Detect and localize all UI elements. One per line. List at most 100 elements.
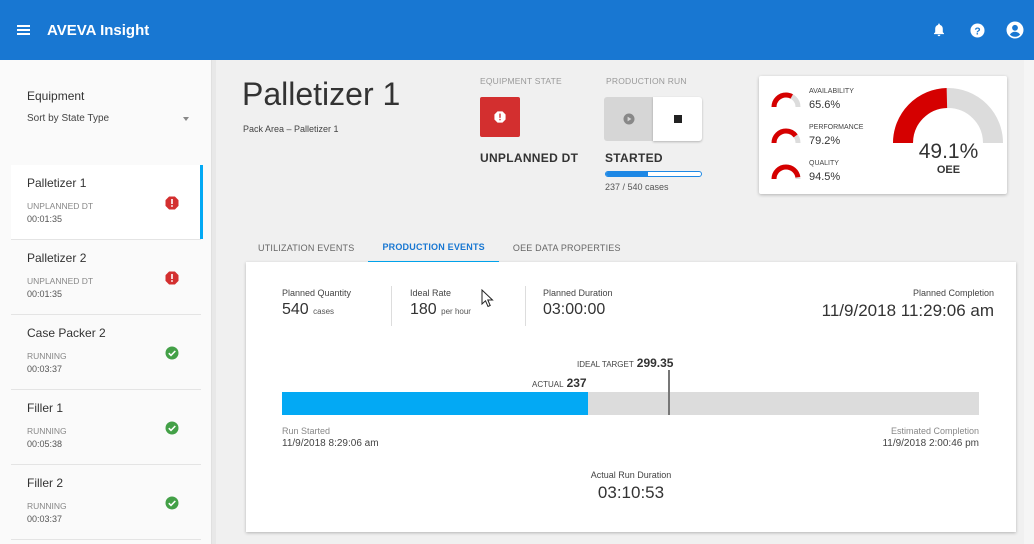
alert-icon [165,271,179,285]
equipment-time: 00:03:37 [27,514,63,524]
breadcrumb: Pack Area – Palletizer 1 [243,124,339,134]
ideal-target-label: IDEAL TARGET [577,360,634,369]
equipment-item[interactable]: Palletizer 2 UNPLANNED DT 00:01:35 [11,240,201,315]
ideal-rate: Ideal Rate 180 per hour [410,288,471,319]
planned-completion-label: Planned Completion [912,288,994,298]
account-icon[interactable] [996,0,1034,60]
divider [525,286,526,326]
mouse-cursor-icon [481,289,494,308]
equipment-time: 00:01:35 [27,289,63,299]
production-progress-bar [282,392,979,415]
production-run-controls [604,97,702,141]
performance-label: PERFORMANCE [809,124,864,131]
production-run-progress-fill [606,172,648,176]
equipment-name: Palletizer 1 [27,176,87,190]
scrollbar[interactable] [1024,60,1034,544]
ideal-target-value: 299.35 [636,356,674,370]
planned-duration-label: Planned Duration [543,288,613,298]
check-circle-icon [165,421,179,435]
page-title: Palletizer 1 [242,76,401,112]
event-tabs: UTILIZATION EVENTS PRODUCTION EVENTS OEE… [244,233,635,263]
equipment-item[interactable]: Case Packer 2 RUNNING 00:03:37 [11,315,201,390]
production-run-label: PRODUCTION RUN [606,76,687,86]
equipment-time: 00:01:35 [27,214,63,224]
actual-run-duration-value: 03:10:53 [597,483,665,502]
availability-value: 65.6% [809,99,841,111]
caret-down-icon [183,117,189,121]
ideal-rate-label: Ideal Rate [410,288,452,298]
planned-completion-value: 11/9/2018 11:29:06 am [821,301,994,320]
divider [391,286,392,326]
equipment-time: 00:03:37 [27,364,63,374]
alert-icon [494,111,506,123]
equipment-name: Filler 2 [27,476,64,490]
equipment-list: Palletizer 1 UNPLANNED DT 00:01:35 Palle… [11,165,203,540]
stop-icon [673,115,682,123]
quality-gauge [771,164,801,180]
quality-label: QUALITY [809,160,839,167]
equipment-name: Palletizer 2 [27,251,87,265]
availability-label: AVAILABILITY [809,88,854,95]
alert-icon [165,196,179,210]
equipment-state-label: EQUIPMENT STATE [480,76,562,86]
production-run-progress [605,171,702,177]
svg-text:?: ? [974,26,980,37]
actual-value: 237 [566,376,587,390]
equipment-state-value: UNPLANNED DT [480,151,579,165]
planned-duration-value: 03:00:00 [543,301,606,318]
sort-select[interactable]: Sort by State Type [27,113,189,124]
play-button[interactable] [604,97,653,141]
run-started: Run Started 11/9/2018 8:29:06 am [282,426,379,449]
menu-icon[interactable] [0,0,46,60]
performance-value: 79.2% [809,135,841,147]
actual-run-duration: Actual Run Duration 03:10:53 [246,470,1016,503]
planned-quantity: Planned Quantity 540 cases [282,288,351,319]
ideal-rate-value: 180 [410,301,437,318]
main-content: Palletizer 1 Pack Area – Palletizer 1 EQ… [232,70,1022,544]
app-title: AVEVA Insight [47,21,150,39]
ideal-target-marker [668,370,670,415]
equipment-item[interactable]: Filler 2 RUNNING 00:03:37 [11,465,201,540]
production-run-count: 237 / 540 cases [605,182,669,192]
help-icon[interactable]: ? [958,0,996,60]
ideal-target: IDEAL TARGET 299.35 [577,356,673,370]
planned-quantity-unit: cases [313,307,335,316]
estimated-completion: Estimated Completion 11/9/2018 2:00:46 p… [882,426,979,449]
actual-run-duration-label: Actual Run Duration [590,470,672,480]
actual-count: ACTUAL 237 [532,376,587,390]
production-progress-fill [282,392,588,415]
equipment-item[interactable]: Filler 1 RUNNING 00:05:38 [11,390,201,465]
equipment-name: Case Packer 2 [27,326,106,340]
tab-utilization-events[interactable]: UTILIZATION EVENTS [244,233,368,263]
availability-gauge [771,92,801,108]
planned-quantity-value: 540 [282,301,309,318]
tab-oee-data-properties[interactable]: OEE DATA PROPERTIES [499,233,635,263]
sidebar-header: Equipment [27,89,85,103]
performance-gauge [771,128,801,144]
oee-label: OEE [936,164,961,176]
estimated-completion-value: 11/9/2018 2:00:46 pm [882,438,979,449]
equipment-name: Filler 1 [27,401,64,415]
actual-label: ACTUAL [532,380,564,389]
equipment-time: 00:05:38 [27,439,63,449]
equipment-sidebar: Equipment Sort by State Type Palletizer … [0,60,212,544]
planned-duration: Planned Duration 03:00:00 [543,288,613,319]
check-circle-icon [165,496,179,510]
stop-button[interactable] [653,97,702,141]
production-run-status: STARTED [605,151,663,165]
production-events-card: Planned Quantity 540 cases Ideal Rate 18… [246,262,1016,532]
top-app-bar: AVEVA Insight ? [0,0,1034,60]
tab-production-events[interactable]: PRODUCTION EVENTS [368,233,499,263]
estimated-completion-label: Estimated Completion [890,426,979,436]
quality-value: 94.5% [809,171,841,183]
bell-icon[interactable] [920,0,958,60]
oee-summary-card: AVAILABILITY 65.6% PERFORMANCE 79.2% QUA… [759,76,1007,194]
run-started-value: 11/9/2018 8:29:06 am [282,438,379,449]
run-started-label: Run Started [282,426,331,436]
equipment-state-button[interactable] [480,97,520,137]
oee-gauge [893,88,1003,144]
planned-completion: Planned Completion 11/9/2018 11:29:06 am [822,288,994,321]
planned-quantity-label: Planned Quantity [282,288,352,298]
equipment-item[interactable]: Palletizer 1 UNPLANNED DT 00:01:35 [11,165,203,240]
check-circle-icon [165,346,179,360]
